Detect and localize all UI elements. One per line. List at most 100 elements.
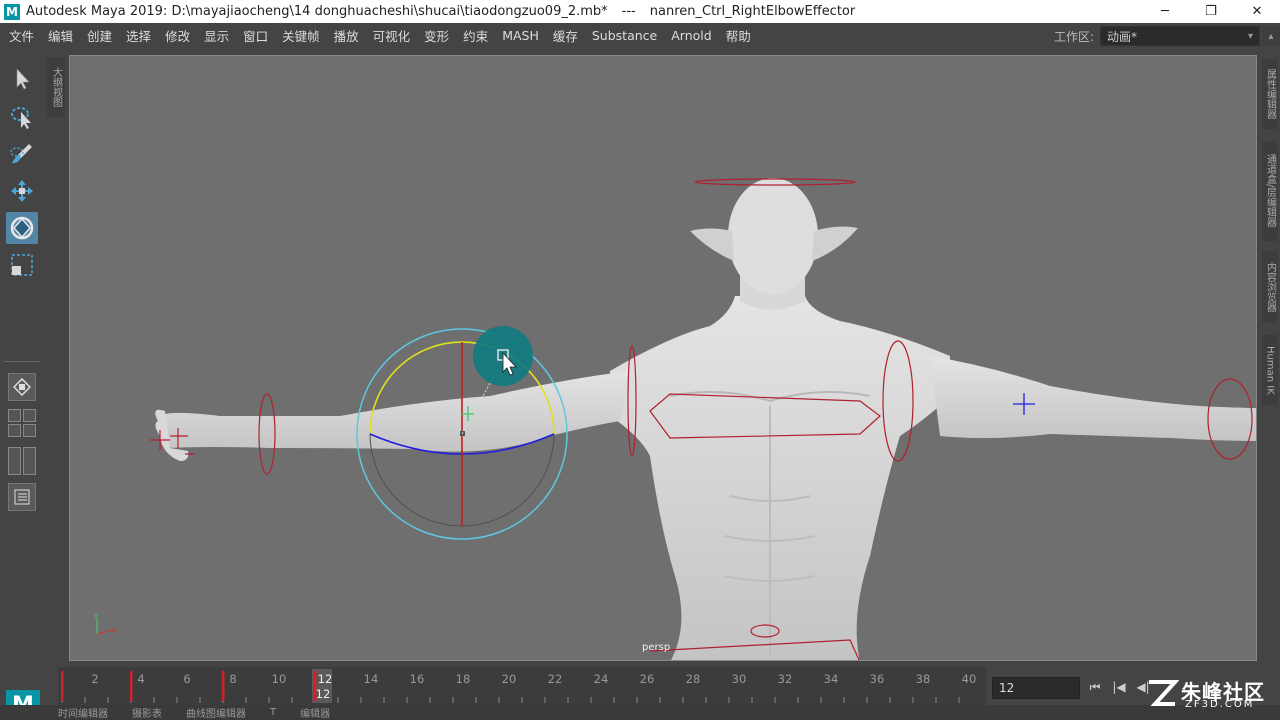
single-view-layout-button[interactable] bbox=[8, 373, 36, 401]
outliner-tab[interactable]: 大纲视图 bbox=[47, 57, 65, 117]
workspace-dropdown[interactable]: 动画* ▾ bbox=[1100, 26, 1260, 46]
four-view-layout-button[interactable] bbox=[8, 409, 36, 437]
move-icon bbox=[11, 180, 33, 202]
camera-label: persp bbox=[642, 642, 671, 653]
scale-tool-button[interactable] bbox=[6, 249, 38, 281]
workspace-selector: 工作区: 动画* ▾ bbox=[1054, 26, 1260, 46]
menubar-scroll-button[interactable]: ▴ bbox=[1262, 26, 1280, 46]
right-panel-tabs: 属性编辑器 通道盒/层编辑器 内容浏览器 Human IK bbox=[1260, 55, 1280, 661]
toolbox-divider bbox=[4, 361, 40, 362]
list-icon bbox=[14, 489, 30, 505]
keyframe-marker[interactable] bbox=[61, 671, 64, 701]
timeline-ticks bbox=[61, 669, 960, 703]
tab-t[interactable]: T bbox=[270, 707, 276, 718]
lasso-icon bbox=[11, 107, 31, 129]
layout-cell bbox=[23, 447, 36, 475]
menu-substance[interactable]: Substance bbox=[585, 28, 664, 43]
menu-edit[interactable]: 编辑 bbox=[41, 26, 80, 45]
menu-modify[interactable]: 修改 bbox=[158, 26, 197, 45]
close-button[interactable]: ✕ bbox=[1234, 0, 1280, 23]
current-frame-field[interactable]: 12 bbox=[992, 677, 1080, 699]
human-ik-tab[interactable]: Human IK bbox=[1262, 335, 1278, 405]
frame-label: 30 bbox=[731, 672, 747, 686]
minimize-button[interactable]: ─ bbox=[1142, 0, 1188, 23]
frame-label: 10 bbox=[271, 672, 287, 686]
select-tool-button[interactable] bbox=[6, 63, 38, 95]
channel-box-tab[interactable]: 通道盒/层编辑器 bbox=[1262, 141, 1278, 241]
rotate-tool-button[interactable] bbox=[6, 212, 38, 244]
frame-label: 6 bbox=[183, 672, 191, 686]
menu-windows[interactable]: 窗口 bbox=[236, 26, 275, 45]
lasso-tool-button[interactable] bbox=[6, 101, 38, 133]
frame-label: 40 bbox=[961, 672, 977, 686]
menu-create[interactable]: 创建 bbox=[80, 26, 119, 45]
outliner-layout-button[interactable] bbox=[8, 483, 36, 511]
keyframe-marker[interactable] bbox=[222, 671, 225, 701]
layout-cell bbox=[8, 424, 21, 437]
frame-label: 4 bbox=[137, 672, 145, 686]
menu-display[interactable]: 显示 bbox=[197, 26, 236, 45]
frame-label: 24 bbox=[593, 672, 609, 686]
chevron-down-icon: ▾ bbox=[1247, 30, 1253, 42]
menu-key[interactable]: 关键帧 bbox=[275, 26, 327, 45]
menu-help[interactable]: 帮助 bbox=[719, 26, 758, 45]
menu-arnold[interactable]: Arnold bbox=[664, 28, 718, 43]
layout-cell bbox=[23, 424, 36, 437]
frame-label: 14 bbox=[363, 672, 379, 686]
character-mesh[interactable] bbox=[155, 178, 1257, 661]
playback-controls: ⏮ |◀ ◀| bbox=[1086, 678, 1152, 696]
menu-deform[interactable]: 变形 bbox=[417, 26, 456, 45]
viewport-persp[interactable]: y x persp bbox=[69, 55, 1257, 661]
step-back-key-button[interactable]: |◀ bbox=[1110, 678, 1128, 696]
menu-visualize[interactable]: 可视化 bbox=[366, 26, 418, 45]
menu-cache[interactable]: 缓存 bbox=[546, 26, 585, 45]
frame-label: 16 bbox=[409, 672, 425, 686]
layout-cell bbox=[8, 409, 21, 422]
watermark-logo-icon bbox=[1149, 680, 1179, 706]
frame-label: 28 bbox=[685, 672, 701, 686]
go-to-start-button[interactable]: ⏮ bbox=[1086, 678, 1104, 696]
content-browser-tab[interactable]: 内容浏览器 bbox=[1262, 251, 1278, 323]
layout-single-icon bbox=[13, 378, 31, 396]
layout-cell bbox=[8, 447, 21, 475]
move-tool-button[interactable] bbox=[6, 175, 38, 207]
maximize-button[interactable]: ❐ bbox=[1188, 0, 1234, 23]
menu-constrain[interactable]: 约束 bbox=[456, 26, 495, 45]
tab-dope-sheet[interactable]: 摄影表 bbox=[132, 705, 162, 720]
frame-label: 32 bbox=[777, 672, 793, 686]
paint-select-tool-button[interactable] bbox=[6, 138, 38, 170]
menu-select[interactable]: 选择 bbox=[119, 26, 158, 45]
frame-label: 34 bbox=[823, 672, 839, 686]
bottom-tab-strip: 时间编辑器 摄影表 曲线图编辑器 T 编辑器 bbox=[0, 705, 1280, 720]
menu-file[interactable]: 文件 bbox=[0, 26, 41, 45]
tab-time-editor[interactable]: 时间编辑器 bbox=[58, 705, 108, 720]
current-frame-label: 12 bbox=[315, 687, 331, 701]
menu-mash[interactable]: MASH bbox=[495, 28, 546, 43]
time-slider[interactable]: 2 4 6 8 10 12 14 16 18 20 22 24 26 28 30 32 34 36 38 40 12 bbox=[58, 667, 986, 705]
frame-label: 38 bbox=[915, 672, 931, 686]
menu-playback[interactable]: 播放 bbox=[327, 26, 366, 45]
frame-label: 26 bbox=[639, 672, 655, 686]
tab-graph-editor[interactable]: 曲线图编辑器 bbox=[186, 705, 246, 720]
title-separator: --- bbox=[621, 4, 636, 19]
rotate-icon bbox=[10, 216, 34, 240]
frame-label: 18 bbox=[455, 672, 471, 686]
workspace-value: 动画* bbox=[1107, 29, 1138, 44]
title-bar: M Autodesk Maya 2019: D:\mayajiaocheng\1… bbox=[0, 0, 1280, 23]
arrow-icon bbox=[16, 68, 30, 90]
frame-label: 36 bbox=[869, 672, 885, 686]
svg-text:x: x bbox=[113, 627, 117, 635]
frame-label: 12 bbox=[317, 672, 333, 686]
layout-cell bbox=[23, 409, 36, 422]
frame-label: 20 bbox=[501, 672, 517, 686]
keyframe-marker[interactable] bbox=[130, 671, 133, 701]
window-title: Autodesk Maya 2019: D:\mayajiaocheng\14 … bbox=[26, 4, 608, 19]
two-view-layout-button[interactable] bbox=[8, 447, 36, 475]
attribute-editor-tab[interactable]: 属性编辑器 bbox=[1262, 59, 1278, 129]
watermark: 朱峰社区 ZF3D.COM bbox=[1145, 676, 1270, 712]
maya-logo-icon: M bbox=[4, 3, 20, 20]
brush-icon bbox=[10, 144, 32, 164]
toolbox bbox=[0, 47, 44, 667]
scene-view: y x bbox=[94, 178, 1257, 661]
tab-editor[interactable]: 编辑器 bbox=[300, 705, 330, 720]
